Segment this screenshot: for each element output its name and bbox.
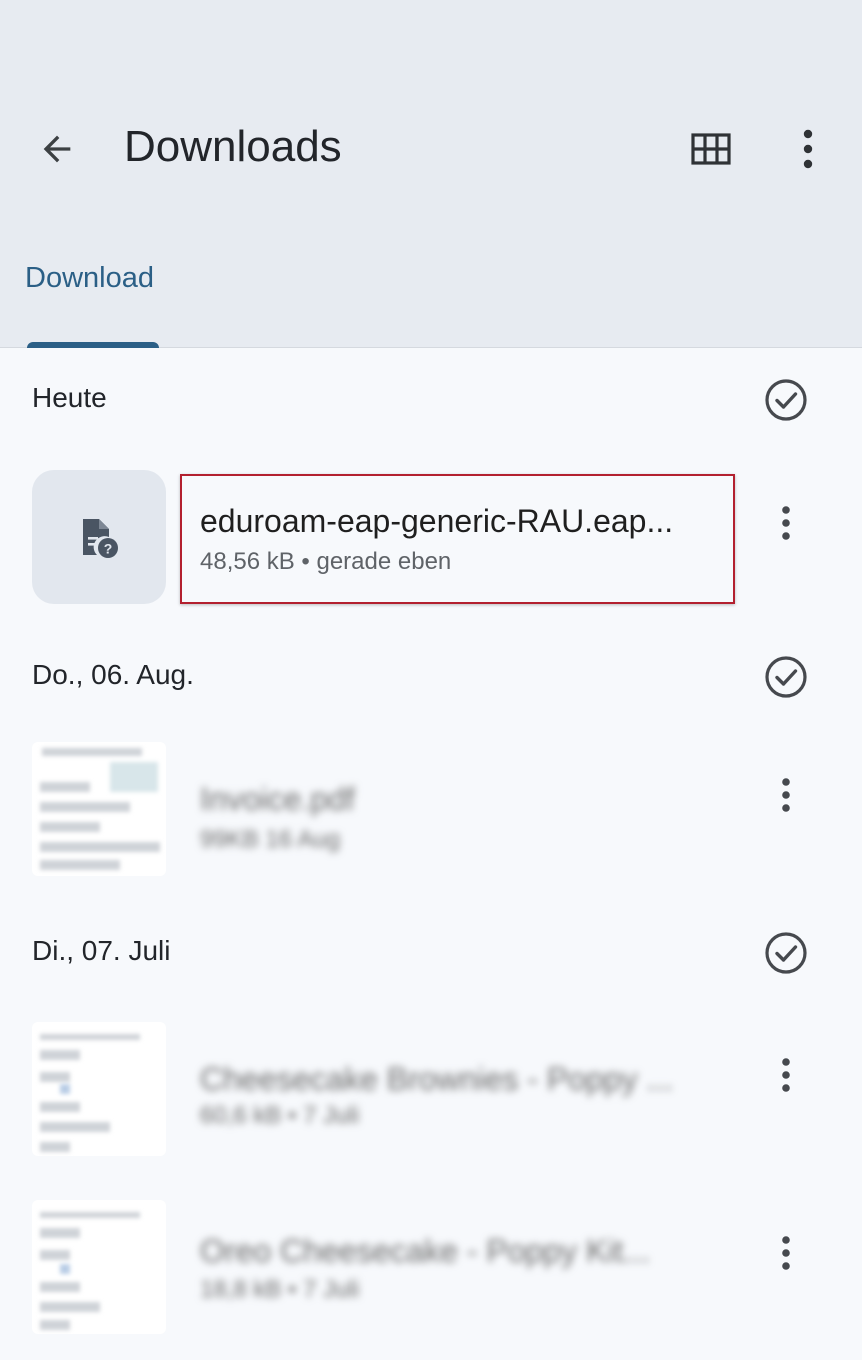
section-label: Di., 07. Juli (32, 935, 171, 966)
section-header-aug: Do., 06. Aug. (0, 641, 862, 711)
back-button[interactable] (28, 120, 86, 178)
file-name: Cheesecake Brownies - Poppy ... (200, 1061, 674, 1097)
file-meta: 99KB 16 Aug (200, 826, 341, 853)
list-item[interactable]: ? eduroam-eap-generic-RAU.eap... 48,56 k… (0, 470, 862, 610)
app-bar: Downloads Download (0, 0, 862, 348)
page-title: Downloads (124, 122, 342, 171)
unknown-file-icon: ? (83, 519, 118, 558)
item-more-button[interactable] (762, 1046, 810, 1104)
more-vert-icon (782, 778, 790, 812)
item-more-button[interactable] (762, 766, 810, 824)
file-meta: 60,6 kB • 7 Juli (200, 1102, 360, 1129)
arrow-back-icon (43, 135, 71, 163)
section-header-today: Heute (0, 364, 862, 434)
more-vert-icon (782, 506, 790, 540)
pdf-thumbnail (32, 1022, 166, 1156)
file-name: Invoice.pdf (200, 781, 355, 817)
section-header-july: Di., 07. Juli (0, 917, 862, 987)
list-item[interactable]: Invoice.pdf 99KB 16 Aug (0, 742, 862, 882)
select-section-button[interactable] (760, 374, 812, 426)
pdf-thumbnail (32, 1200, 166, 1334)
item-more-button[interactable] (762, 494, 810, 552)
pdf-thumbnail (32, 742, 166, 876)
check-circle-icon (765, 379, 807, 421)
check-circle-icon (765, 656, 807, 698)
item-more-button[interactable] (762, 1224, 810, 1282)
tab-indicator (27, 342, 159, 348)
file-thumbnail: ? (32, 470, 166, 604)
svg-text:?: ? (104, 541, 113, 557)
more-vert-icon (803, 129, 813, 169)
check-circle-icon (765, 932, 807, 974)
more-vert-icon (782, 1058, 790, 1092)
grid-view-button[interactable] (684, 122, 738, 176)
tab-label: Download (25, 262, 154, 294)
list-item[interactable]: Cheesecake Brownies - Poppy ... 60,6 kB … (0, 1022, 862, 1162)
more-vert-icon (782, 1236, 790, 1270)
file-meta: 18,8 kB • 7 Juli (200, 1276, 360, 1303)
file-name: Oreo Cheesecake - Poppy Kit... (200, 1233, 650, 1269)
more-options-button[interactable] (782, 120, 834, 178)
file-meta: 48,56 kB • gerade eben (200, 548, 452, 575)
select-section-button[interactable] (760, 651, 812, 703)
section-label: Do., 06. Aug. (32, 659, 194, 690)
list-item[interactable]: Oreo Cheesecake - Poppy Kit... 18,8 kB •… (0, 1200, 862, 1340)
section-label: Heute (32, 382, 107, 413)
tab-download[interactable]: Download (0, 248, 186, 348)
file-name: eduroam-eap-generic-RAU.eap... (200, 503, 674, 539)
select-section-button[interactable] (760, 927, 812, 979)
grid-view-icon (691, 133, 731, 165)
